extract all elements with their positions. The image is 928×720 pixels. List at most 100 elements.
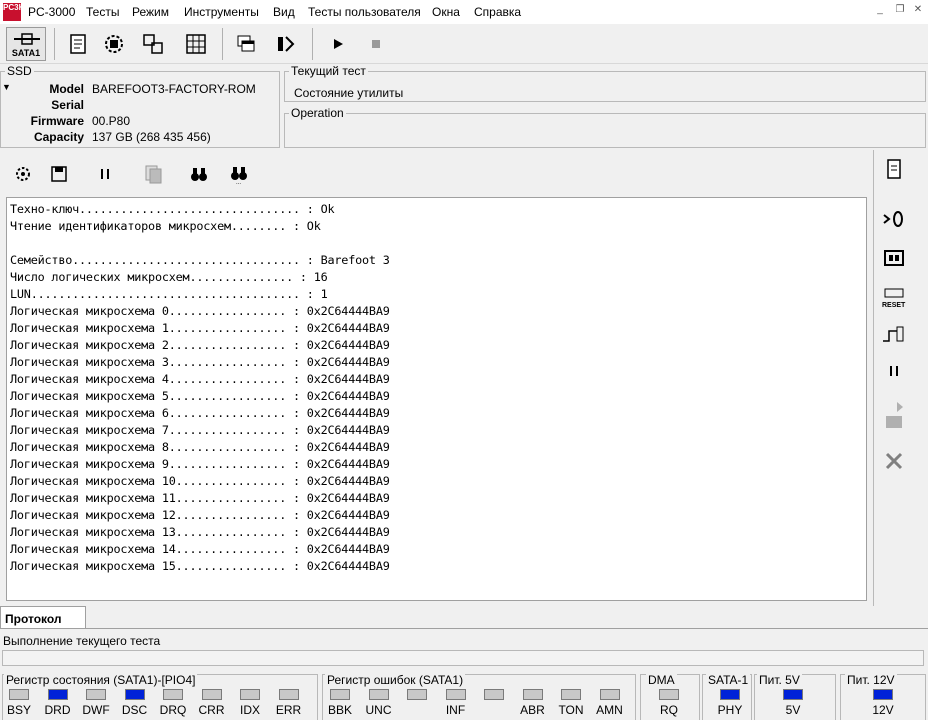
log-line: Логическая микросхема 1.................… [10, 321, 390, 335]
operation-legend: Operation [291, 106, 344, 120]
scroll-icon [70, 34, 86, 54]
scroll-icon [887, 159, 901, 179]
chips-icon [143, 34, 163, 54]
save-icon [51, 166, 67, 182]
led-err [278, 689, 299, 700]
led-label: BBK [327, 703, 352, 717]
menu-tools[interactable]: Инструменты [184, 5, 259, 19]
binoculars-next-icon: ... [231, 167, 247, 184]
gear-chip-icon [105, 35, 123, 53]
status-register-title: Регистр состояния (SATA1)-[PIO4] [4, 673, 198, 687]
capacity-label: Capacity [33, 130, 84, 144]
menu-tests[interactable]: Тесты [86, 5, 119, 19]
led-dwf [86, 689, 106, 700]
log-pause-button[interactable] [90, 160, 120, 188]
log-line: Логическая микросхема 7.................… [10, 423, 390, 437]
current-test-legend: Текущий тест [291, 64, 366, 78]
firmware-value: 00.P80 [92, 114, 131, 128]
model-label: Model [49, 82, 84, 96]
pause-icon [890, 366, 898, 376]
menu-bar: PC3K PC-3000 Тесты Режим Инструменты Вид… [0, 0, 928, 24]
right-run-chip-button[interactable] [878, 402, 910, 432]
log-line: Логическая микросхема 3.................… [10, 355, 390, 369]
reset-icon: RESET [882, 288, 906, 309]
right-chip-button[interactable] [878, 243, 910, 273]
main-toolbar: SATA1 [0, 24, 928, 64]
right-tools-button[interactable] [878, 446, 910, 476]
log-line: Логическая микросхема 5.................… [10, 389, 390, 403]
menu-view[interactable]: Вид [273, 5, 295, 19]
pause-icon [101, 169, 109, 179]
signal-icon [883, 326, 904, 342]
svg-text:...: ... [236, 180, 241, 184]
log-line: Логическая микросхема 6.................… [10, 406, 390, 420]
led-label: CRR [198, 703, 225, 717]
led-drq [163, 689, 183, 700]
log-save-button[interactable] [44, 160, 74, 188]
log-line: Логическая микросхема 8.................… [10, 440, 390, 454]
capacity-value: 137 GB (268 435 456) [92, 130, 211, 144]
log-output[interactable]: Техно-ключ..............................… [6, 197, 867, 601]
led-drd [47, 689, 68, 700]
menu-help[interactable]: Справка [474, 5, 521, 19]
led-bsy [9, 689, 29, 700]
right-reset-button[interactable]: RESET [878, 280, 910, 310]
log-settings-button[interactable] [8, 160, 38, 188]
chips-button[interactable] [138, 27, 170, 61]
windows-icon [237, 35, 255, 52]
windows-button[interactable] [230, 27, 262, 61]
tab-protocol[interactable]: Протокол [0, 606, 86, 628]
close-icon[interactable]: ✕ [910, 4, 926, 20]
led-blank [484, 689, 504, 700]
table-button[interactable] [180, 27, 212, 61]
dma-title: DMA [646, 673, 677, 687]
power-cycle-icon [883, 211, 903, 227]
log-copy-button[interactable] [138, 160, 168, 188]
chip-settings-button[interactable] [98, 27, 130, 61]
led-12v [873, 689, 893, 700]
log-line: Логическая микросхема 2.................… [10, 338, 390, 352]
log-line: Число логических микросхем..............… [10, 270, 328, 284]
stop-button[interactable] [360, 27, 392, 61]
led-inf [445, 689, 466, 700]
menu-mode[interactable]: Режим [132, 5, 169, 19]
right-log-button[interactable] [878, 154, 910, 184]
led-label: 12V [872, 703, 894, 717]
menu-windows[interactable]: Окна [432, 5, 460, 19]
run-script-button[interactable] [270, 27, 302, 61]
right-pause-button[interactable] [878, 356, 910, 386]
led-label: DSC [121, 703, 148, 717]
led-label: RQ [660, 703, 678, 717]
right-signal-button[interactable] [878, 320, 910, 350]
led-label: INF [445, 703, 466, 717]
led-crr [201, 689, 222, 700]
model-value: BAREFOOT3-FACTORY-ROM [92, 82, 256, 96]
log-line: Логическая микросхема 0.................… [10, 304, 390, 318]
sata-port-button[interactable]: SATA1 [6, 27, 46, 61]
led-phy [720, 689, 740, 700]
copy-icon [145, 165, 162, 184]
log-find-button[interactable] [184, 160, 214, 188]
run-chip-icon [886, 402, 903, 428]
stop-icon [372, 40, 380, 48]
log-find-next-button[interactable]: ... [224, 160, 254, 188]
led-label: AMN [596, 703, 623, 717]
play-button[interactable] [322, 27, 354, 61]
led-label: IDX [239, 703, 260, 717]
log-line: Логическая микросхема 9.................… [10, 457, 390, 471]
sata-port-label: SATA1 [11, 48, 41, 58]
led-5v [783, 689, 803, 700]
app-logo-icon[interactable]: PC3K [3, 3, 24, 21]
scroll-doc-button[interactable] [62, 27, 94, 61]
right-power-button[interactable] [878, 204, 910, 234]
menu-user-tests[interactable]: Тесты пользователя [308, 5, 421, 19]
minimize-icon[interactable]: _ [872, 4, 888, 20]
restore-icon[interactable]: ❐ [892, 4, 908, 20]
led-dsc [124, 689, 145, 700]
log-line: Логическая микросхема 12................… [10, 508, 390, 522]
led-abr [522, 689, 543, 700]
log-line: Чтение идентификаторов микросхем........… [10, 219, 321, 233]
led-label: DWF [82, 703, 110, 717]
log-line: Логическая микросхема 10................… [10, 474, 390, 488]
led-label: PHY [717, 703, 743, 717]
